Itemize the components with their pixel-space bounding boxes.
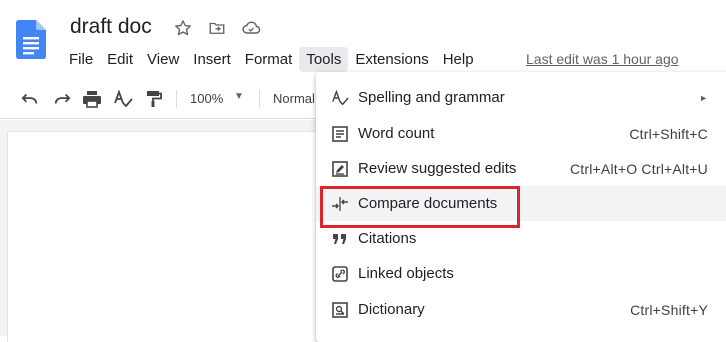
menu-item-label: Review suggested edits: [358, 160, 517, 177]
toolbar-divider: [176, 90, 177, 108]
spellcheck-icon: [330, 88, 350, 108]
google-docs-logo-icon[interactable]: [16, 20, 46, 59]
review-edits-icon: [330, 159, 350, 179]
link-icon: [330, 264, 350, 284]
menu-item-label: Linked objects: [358, 265, 454, 282]
menu-file[interactable]: File: [62, 47, 100, 72]
dropdown-caret-icon[interactable]: ▼: [234, 91, 244, 102]
highlight-annotation-box: [320, 186, 520, 228]
menu-item-label: Citations: [358, 230, 417, 247]
document-title[interactable]: draft doc: [70, 15, 152, 39]
menu-format[interactable]: Format: [238, 47, 300, 72]
print-icon[interactable]: [80, 88, 104, 110]
menu-edit[interactable]: Edit: [100, 47, 140, 72]
quote-icon: [330, 229, 350, 249]
zoom-select[interactable]: 100%: [190, 91, 223, 106]
dictionary-icon: [330, 300, 350, 320]
menu-item-shortcut: Ctrl+Shift+Y: [630, 301, 708, 318]
menu-item-shortcut: Ctrl+Alt+O Ctrl+Alt+U: [569, 160, 708, 177]
last-edit-link[interactable]: Last edit was 1 hour ago: [526, 51, 679, 67]
toolbar-divider: [259, 90, 260, 108]
menu-item-label: Dictionary: [358, 301, 425, 318]
redo-icon[interactable]: [50, 88, 74, 110]
menu-help[interactable]: Help: [436, 47, 481, 72]
paint-format-icon[interactable]: [142, 88, 166, 110]
paragraph-style-select[interactable]: Normal: [273, 91, 315, 106]
star-icon[interactable]: [172, 17, 194, 39]
menu-item-linked-objects[interactable]: Linked objects: [316, 256, 726, 291]
menu-extensions[interactable]: Extensions: [348, 47, 435, 72]
menu-item-label: Spelling and grammar: [358, 89, 505, 106]
menu-item-review-suggested-edits[interactable]: Review suggested edits Ctrl+Alt+O Ctrl+A…: [316, 151, 726, 186]
menu-item-dictionary[interactable]: Dictionary Ctrl+Shift+Y: [316, 292, 726, 327]
spellcheck-icon[interactable]: [111, 88, 135, 110]
move-to-folder-icon[interactable]: [206, 17, 228, 39]
menu-item-spelling-and-grammar[interactable]: Spelling and grammar ►: [316, 80, 726, 115]
menu-bar: File Edit View Insert Format Tools Exten…: [62, 44, 481, 74]
cloud-status-icon[interactable]: [240, 17, 262, 39]
header: draft doc File Edit View Insert Format T…: [0, 0, 726, 76]
word-count-icon: [330, 124, 350, 144]
menu-view[interactable]: View: [140, 47, 186, 72]
menu-item-word-count[interactable]: Word count Ctrl+Shift+C: [316, 116, 726, 151]
title-actions: [172, 17, 262, 39]
submenu-arrow-icon: ►: [699, 92, 708, 103]
undo-icon[interactable]: [18, 88, 42, 110]
menu-item-shortcut: Ctrl+Shift+C: [629, 125, 708, 142]
menu-item-label: Word count: [358, 125, 435, 142]
menu-tools[interactable]: Tools: [299, 46, 349, 72]
menu-insert[interactable]: Insert: [186, 47, 238, 72]
